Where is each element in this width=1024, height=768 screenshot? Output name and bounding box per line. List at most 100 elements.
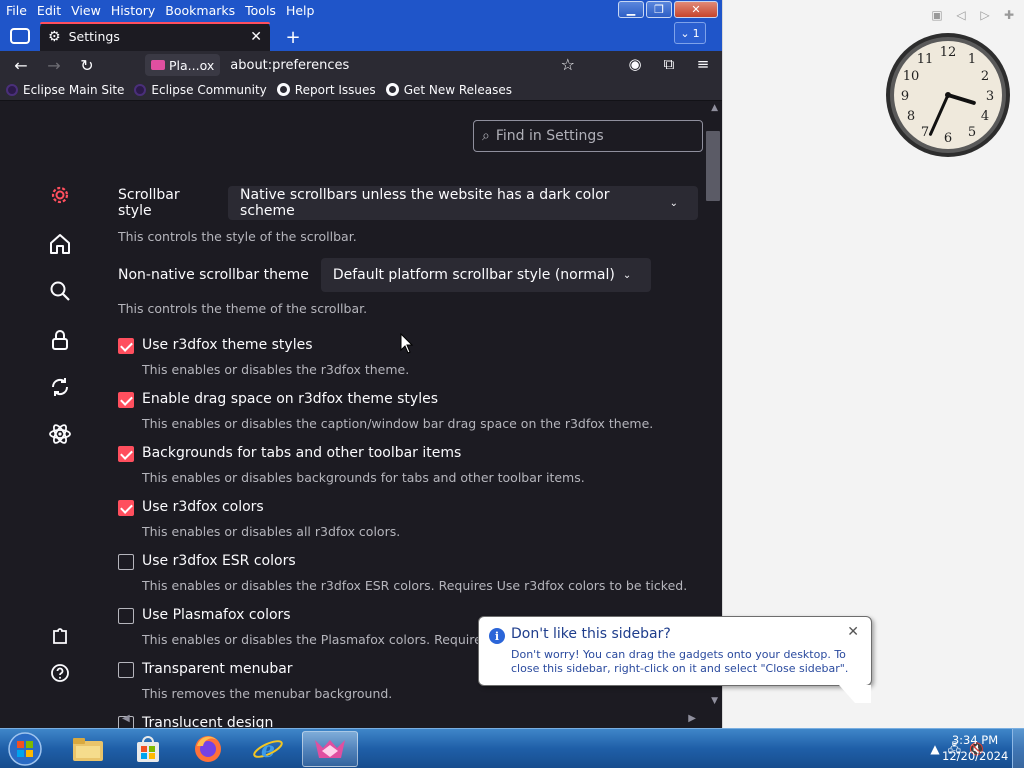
- option-label[interactable]: Backgrounds for tabs and other toolbar i…: [142, 445, 461, 461]
- sidebar-add-icon[interactable]: ✚: [1000, 6, 1018, 24]
- sidebar-next-icon[interactable]: ▷: [976, 6, 994, 24]
- category-r3dfox[interactable]: [42, 416, 78, 452]
- svg-text:e: e: [261, 737, 275, 763]
- taskbar-store[interactable]: [120, 731, 176, 767]
- option-label[interactable]: Use r3dfox theme styles: [142, 337, 313, 353]
- option-label[interactable]: Use r3dfox ESR colors: [142, 553, 296, 569]
- category-sync[interactable]: [42, 369, 78, 405]
- svg-text:12: 12: [940, 45, 957, 60]
- balloon-tail: [839, 685, 871, 703]
- hamburger-menu-icon[interactable]: ≡: [692, 53, 714, 75]
- bookmark-eclipse-main-site[interactable]: Eclipse Main Site: [6, 83, 124, 97]
- scroll-right-arrow[interactable]: ▶: [688, 713, 696, 724]
- option-checkbox[interactable]: [118, 554, 134, 570]
- firefox-view-button[interactable]: [6, 22, 34, 50]
- back-button[interactable]: ←: [9, 53, 33, 77]
- category-privacy[interactable]: [42, 322, 78, 358]
- taskbar-explorer[interactable]: [60, 731, 116, 767]
- eclipse-icon: [6, 83, 18, 96]
- maximize-button[interactable]: ❐: [646, 1, 672, 18]
- taskbar-firefox[interactable]: [180, 731, 236, 767]
- menu-view[interactable]: View: [66, 3, 106, 18]
- scroll-thumb[interactable]: [706, 131, 720, 201]
- bookmark-report-issues[interactable]: Report Issues: [276, 83, 376, 97]
- gear-icon: ⚙: [48, 28, 61, 45]
- extensions-icon[interactable]: ⧉: [658, 53, 680, 75]
- option-checkbox[interactable]: [118, 608, 134, 624]
- category-search[interactable]: [42, 273, 78, 309]
- taskbar-internet-explorer[interactable]: e: [240, 731, 296, 767]
- forward-button[interactable]: →: [42, 53, 66, 77]
- svg-text:9: 9: [901, 89, 909, 104]
- url-text[interactable]: about:preferences: [230, 58, 349, 73]
- bookmark-get-new-releases[interactable]: Get New Releases: [385, 83, 512, 97]
- scroll-down-arrow[interactable]: ▼: [711, 696, 718, 706]
- option-label[interactable]: Transparent menubar: [142, 661, 293, 677]
- menu-bookmarks[interactable]: Bookmarks: [160, 3, 240, 18]
- option-label[interactable]: Enable drag space on r3dfox theme styles: [142, 391, 438, 407]
- option-help: This enables or disables the Plasmafox c…: [142, 632, 489, 647]
- support-link[interactable]: [42, 655, 78, 691]
- bookmark-star-icon[interactable]: ☆: [561, 55, 575, 74]
- sidebar-balloon-tip: i Don't like this sidebar? Don't worry! …: [478, 616, 872, 703]
- navigation-bar: ← → ↻ Pla...ox about:preferences ☆ ◉ ⧉ ≡: [0, 51, 722, 79]
- option-label[interactable]: Use r3dfox colors: [142, 499, 264, 515]
- r3dfox-icon: [315, 740, 345, 758]
- show-hidden-icons[interactable]: ▲: [930, 742, 939, 756]
- store-icon: [137, 736, 159, 762]
- sidebar-prev-icon[interactable]: ◁: [952, 6, 970, 24]
- nonnative-theme-select[interactable]: Default platform scrollbar style (normal…: [320, 258, 652, 292]
- reload-button[interactable]: ↻: [75, 53, 99, 77]
- option-checkbox[interactable]: [118, 392, 134, 408]
- close-icon[interactable]: ✕: [847, 624, 859, 640]
- balloon-body: Don't worry! You can drag the gadgets on…: [511, 648, 849, 675]
- category-home[interactable]: [42, 226, 78, 262]
- gadget-gallery-icon[interactable]: ▣: [928, 6, 946, 24]
- category-general[interactable]: [42, 177, 78, 213]
- close-window-button[interactable]: ✕: [674, 1, 718, 18]
- minimize-button[interactable]: ▁: [618, 1, 644, 18]
- list-all-tabs-button[interactable]: ⌄ 1: [674, 22, 706, 44]
- url-bar[interactable]: Pla...ox about:preferences ☆: [145, 53, 585, 77]
- menu-edit[interactable]: Edit: [32, 3, 66, 18]
- option-row: Use r3dfox colors This enables or disable…: [118, 499, 698, 554]
- scroll-left-arrow[interactable]: ◀: [122, 713, 130, 724]
- tab-count: 1: [692, 26, 700, 40]
- option-help: This removes the menubar background.: [142, 686, 393, 701]
- menu-file[interactable]: File: [0, 3, 32, 18]
- option-checkbox[interactable]: [118, 662, 134, 678]
- option-checkbox[interactable]: [118, 500, 134, 516]
- start-button[interactable]: [4, 730, 46, 768]
- taskbar-r3dfox[interactable]: [302, 731, 358, 767]
- find-in-settings[interactable]: ⌕: [473, 120, 703, 152]
- bookmark-eclipse-community[interactable]: Eclipse Community: [134, 83, 267, 97]
- search-icon: [50, 281, 70, 301]
- close-tab-icon[interactable]: ✕: [250, 29, 262, 45]
- option-checkbox[interactable]: [118, 338, 134, 354]
- option-help: This enables or disables the r3dfox ESR …: [142, 578, 688, 593]
- taskbar-clock[interactable]: 3:34 PM 12/20/2024: [942, 732, 1008, 764]
- identity-box[interactable]: Pla...ox: [145, 54, 221, 76]
- scrollbar-style-label: Scrollbar style: [118, 187, 180, 219]
- option-checkbox[interactable]: [118, 446, 134, 462]
- scrollbar-style-select[interactable]: Native scrollbars unless the website has…: [228, 186, 698, 220]
- tab-settings[interactable]: ⚙ Settings ✕: [40, 22, 270, 51]
- windows-logo-icon: [8, 732, 42, 766]
- new-tab-button[interactable]: +: [282, 26, 304, 48]
- menu-history[interactable]: History: [106, 3, 160, 18]
- option-label[interactable]: Translucent design: [142, 715, 273, 728]
- puzzle-icon: [53, 628, 67, 644]
- search-input[interactable]: [495, 128, 686, 144]
- option-label[interactable]: Use Plasmafox colors: [142, 607, 291, 623]
- show-desktop-button[interactable]: [1012, 729, 1024, 768]
- menu-tools[interactable]: Tools: [240, 3, 281, 18]
- info-icon: i: [489, 628, 505, 644]
- account-icon[interactable]: ◉: [624, 53, 646, 75]
- extensions-themes-link[interactable]: [42, 617, 78, 653]
- identity-label: Pla...ox: [169, 57, 215, 73]
- menu-help[interactable]: Help: [281, 3, 320, 18]
- tab-title: Settings: [68, 29, 120, 44]
- clock-gadget[interactable]: 12 12 345 678 91011: [885, 32, 1011, 158]
- option-row: Backgrounds for tabs and other toolbar i…: [118, 445, 698, 500]
- scroll-up-arrow[interactable]: ▲: [711, 103, 718, 113]
